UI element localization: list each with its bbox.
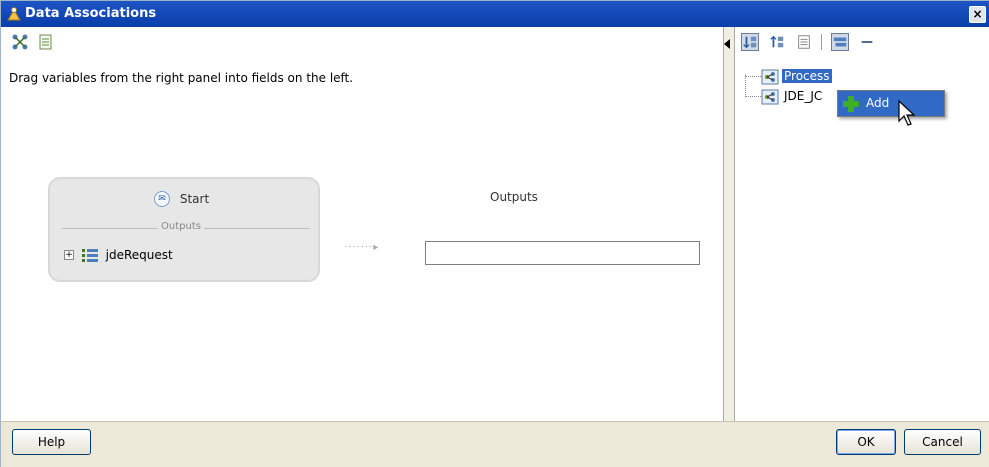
sort-ascending-icon[interactable] (741, 33, 759, 51)
instruction-text: Drag variables from the right panel into… (9, 71, 354, 85)
service-icon (761, 89, 779, 105)
process-icon (761, 69, 779, 85)
context-menu: Add (837, 90, 945, 117)
mapping-arrow: ·······▸ (344, 242, 380, 253)
title-bar: Data Associations × (1, 1, 989, 27)
mouse-pointer-icon (898, 99, 916, 126)
tree-view-icon[interactable] (831, 33, 850, 51)
context-menu-label-add: Add (866, 96, 890, 110)
oracle-app-icon (7, 7, 21, 21)
tree-connector (745, 75, 746, 97)
right-toolbar (741, 33, 881, 55)
output-drop-field[interactable] (425, 241, 700, 265)
variable-row[interactable]: + jdeRequest (64, 247, 173, 265)
list-view-icon[interactable] (795, 33, 813, 51)
mapping-panel: Drag variables from the right panel into… (1, 27, 723, 417)
tree-label-process: Process (782, 69, 832, 83)
mapper-icon[interactable] (11, 33, 29, 51)
button-bar: Help OK Cancel (1, 421, 989, 467)
expand-toggle[interactable]: + (64, 249, 74, 260)
collapse-icon[interactable] (858, 33, 876, 51)
close-button[interactable]: × (969, 6, 986, 23)
splitter[interactable] (723, 27, 735, 421)
start-activity-card: ✉ Start Outputs + jdeRequest (48, 177, 320, 282)
variables-panel: Process JDE_JC (735, 27, 989, 421)
ok-button[interactable]: OK (836, 429, 896, 455)
start-label: Start (179, 192, 210, 206)
collapse-arrow-icon[interactable] (724, 39, 730, 49)
left-toolbar (11, 33, 59, 53)
message-start-icon: ✉ (154, 191, 170, 207)
data-associations-dialog: Data Associations × Drag variables from … (0, 0, 989, 467)
outputs-heading: Outputs (490, 190, 538, 204)
plus-icon (843, 96, 859, 112)
sort-descending-icon[interactable] (768, 33, 786, 51)
tree-connector (745, 96, 761, 97)
tree-label-jde: JDE_JC (784, 89, 823, 103)
toolbar-separator (821, 34, 823, 50)
help-button[interactable]: Help (12, 429, 91, 455)
tree-connector (745, 76, 761, 77)
window-title: Data Associations (25, 6, 157, 21)
cancel-button[interactable]: Cancel (904, 429, 981, 455)
start-header: ✉ Start (154, 191, 209, 211)
outputs-section-label: Outputs (158, 221, 204, 232)
variable-icon (81, 248, 98, 262)
xpath-document-icon[interactable] (37, 33, 55, 51)
variable-label: jdeRequest (105, 247, 173, 262)
